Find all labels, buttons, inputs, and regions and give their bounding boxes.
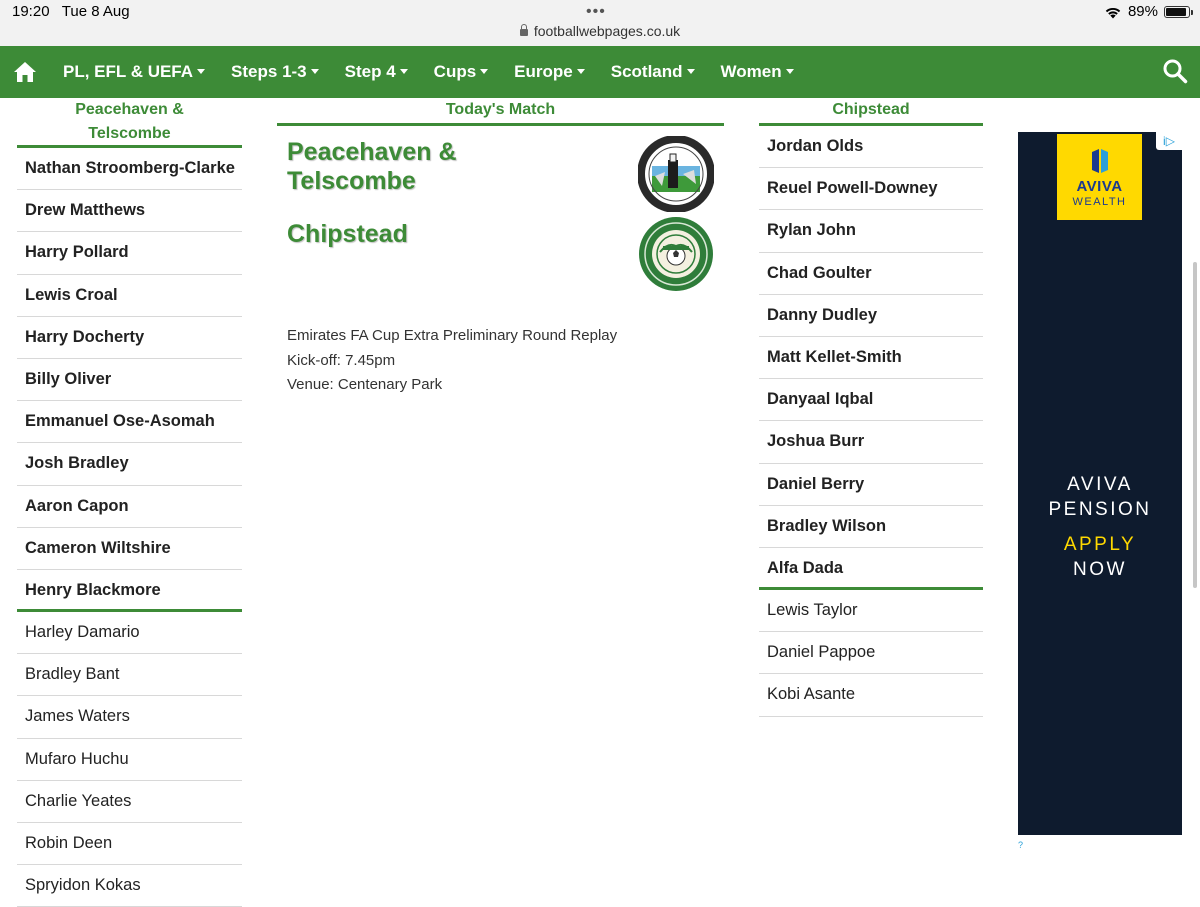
- advert-cta[interactable]: APPLY NOW: [1018, 532, 1182, 582]
- chipstead-crest-icon: [639, 217, 713, 291]
- player-row[interactable]: Harley Damario: [17, 612, 242, 655]
- lock-icon: [519, 24, 528, 36]
- home-player-list: Nathan Stroomberg-Clarke Drew Matthews Har…: [17, 148, 242, 907]
- nav-item-cups[interactable]: Cups: [421, 62, 502, 82]
- player-row[interactable]: Robin Deen: [17, 823, 242, 866]
- caret-down-icon: [785, 68, 794, 74]
- home-icon: [14, 62, 36, 82]
- nav-item-scotland[interactable]: Scotland: [598, 62, 708, 82]
- player-row[interactable]: Daniel Pappoe: [759, 632, 983, 675]
- match-competition: Emirates FA Cup Extra Preliminary Round …: [287, 327, 618, 344]
- player-row[interactable]: Josh Bradley: [17, 443, 242, 486]
- search-icon: [1163, 59, 1188, 84]
- player-row[interactable]: Lewis Taylor: [759, 590, 983, 633]
- match-venue: Venue: Centenary Park: [287, 376, 443, 393]
- player-row[interactable]: Lewis Croal: [17, 275, 242, 317]
- advert-headline: AVIVA PENSION: [1048, 474, 1152, 520]
- status-bar: 19:20 Tue 8 Aug ••• footballwebpages.co.…: [0, 0, 1200, 46]
- player-row[interactable]: Danny Dudley: [759, 295, 983, 337]
- player-row[interactable]: Charlie Yeates: [17, 781, 242, 823]
- player-row[interactable]: Harry Pollard: [17, 232, 242, 275]
- nav-item-step-4[interactable]: Step 4: [332, 62, 421, 82]
- battery-icon: [1164, 5, 1193, 18]
- player-row[interactable]: Alfa Dada: [759, 548, 983, 591]
- player-row[interactable]: Jordan Olds: [759, 126, 983, 169]
- away-team-name[interactable]: Chipstead: [287, 220, 587, 249]
- wifi-icon: [1104, 6, 1122, 18]
- player-row[interactable]: Daniel Berry: [759, 464, 983, 506]
- advert-banner[interactable]: AVIVA WEALTH i▷ AVIVA PENSION APPLY NOW: [1018, 132, 1182, 835]
- aviva-logo: AVIVA WEALTH: [1057, 134, 1142, 220]
- home-team-name[interactable]: Peacehaven & Telscombe: [287, 138, 507, 196]
- home-lineup-heading[interactable]: Peacehaven & Telscombe: [17, 98, 242, 148]
- player-row[interactable]: Bradley Wilson: [759, 506, 983, 548]
- away-team-block[interactable]: Chipstead: [277, 216, 724, 316]
- nav-item-women[interactable]: Women: [708, 62, 807, 82]
- match-heading: Today's Match: [277, 98, 724, 126]
- player-row[interactable]: Kobi Asante: [759, 674, 983, 717]
- home-button[interactable]: [0, 46, 50, 98]
- tab-handle-dots[interactable]: •••: [586, 3, 606, 21]
- adchoices-icon[interactable]: i▷: [1156, 132, 1182, 150]
- nav-item-steps-1-3[interactable]: Steps 1-3: [218, 62, 332, 82]
- away-player-list: Jordan Olds Reuel Powell-Downey Rylan John…: [759, 126, 983, 717]
- peacehaven-crest-icon: [638, 136, 714, 212]
- player-row[interactable]: Mufaro Huchu: [17, 739, 242, 781]
- player-row[interactable]: Cameron Wiltshire: [17, 528, 242, 570]
- player-row[interactable]: Nathan Stroomberg-Clarke: [17, 148, 242, 191]
- caret-down-icon: [197, 68, 206, 74]
- player-row[interactable]: Danyaal Iqbal: [759, 379, 983, 422]
- caret-down-icon: [576, 68, 585, 74]
- aviva-brand: AVIVA: [1076, 178, 1123, 195]
- home-lineup: Peacehaven & Telscombe Nathan Stroomberg…: [17, 98, 242, 907]
- page-scrollbar[interactable]: [1193, 262, 1197, 588]
- player-row[interactable]: Drew Matthews: [17, 190, 242, 233]
- player-row[interactable]: Bradley Bant: [17, 654, 242, 697]
- caret-down-icon: [310, 68, 319, 74]
- player-row[interactable]: Spryidon Kokas: [17, 865, 242, 907]
- player-row[interactable]: Joshua Burr: [759, 421, 983, 464]
- match-panel: Today's Match Peacehaven & Telscombe Chi…: [277, 98, 724, 398]
- search-button[interactable]: [1162, 58, 1190, 86]
- nav-item-pl-efl-uefa[interactable]: PL, EFL & UEFA: [50, 62, 218, 82]
- battery-percent: 89%: [1127, 3, 1158, 20]
- player-row[interactable]: Rylan John: [759, 210, 983, 253]
- player-row[interactable]: Emmanuel Ose-Asomah: [17, 401, 242, 444]
- advert-marker: ?: [1018, 840, 1024, 850]
- home-team-block[interactable]: Peacehaven & Telscombe: [277, 126, 724, 216]
- status-indicators: 89%: [1104, 3, 1193, 20]
- match-kickoff: Kick-off: 7.45pm: [287, 351, 396, 369]
- player-row[interactable]: James Waters: [17, 696, 242, 739]
- away-lineup: Chipstead Jordan Olds Reuel Powell-Downey…: [759, 98, 983, 717]
- aviva-mark-icon: [1092, 149, 1108, 173]
- aviva-brand-sub: WEALTH: [1072, 196, 1127, 208]
- match-info: Emirates FA Cup Extra Preliminary Round …: [277, 324, 724, 398]
- player-row[interactable]: Billy Oliver: [17, 359, 242, 402]
- away-lineup-heading[interactable]: Chipstead: [759, 98, 983, 126]
- caret-down-icon: [686, 68, 695, 74]
- player-row[interactable]: Harry Docherty: [17, 317, 242, 359]
- player-row[interactable]: Aaron Capon: [17, 486, 242, 528]
- player-row[interactable]: Henry Blackmore: [17, 570, 242, 613]
- player-row[interactable]: Chad Goulter: [759, 253, 983, 295]
- player-row[interactable]: Reuel Powell-Downey: [759, 168, 983, 211]
- nav-item-europe[interactable]: Europe: [501, 62, 598, 82]
- caret-down-icon: [399, 68, 408, 74]
- caret-down-icon: [480, 68, 489, 74]
- url-bar[interactable]: footballwebpages.co.uk: [0, 23, 1200, 39]
- player-row[interactable]: Matt Kellet-Smith: [759, 337, 983, 380]
- status-time: 19:20 Tue 8 Aug: [12, 3, 130, 20]
- main-nav: PL, EFL & UEFA Steps 1-3 Step 4 Cups Eur…: [0, 46, 1200, 98]
